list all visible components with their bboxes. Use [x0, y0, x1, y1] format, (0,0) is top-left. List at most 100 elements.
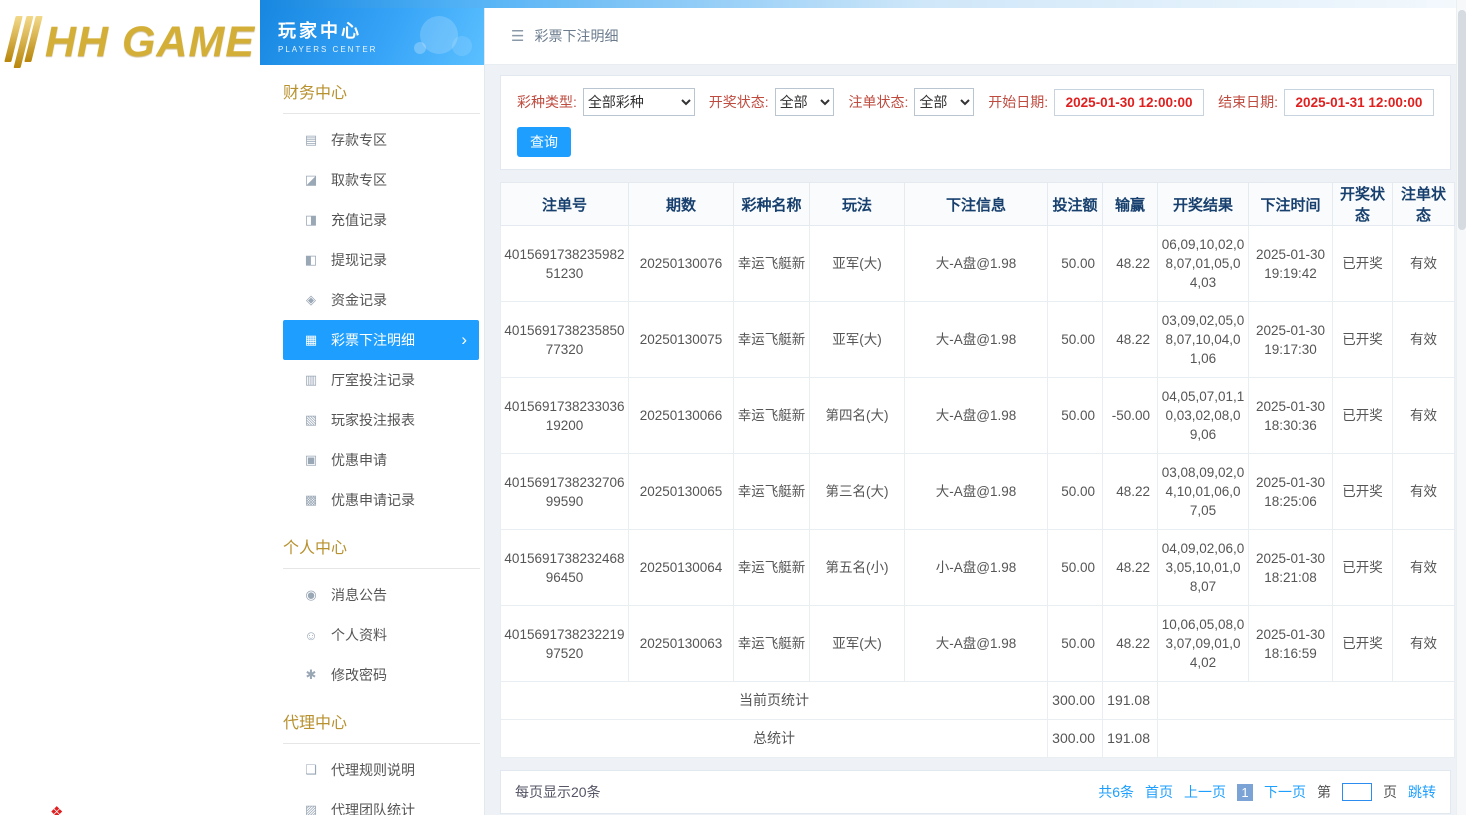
table-cell: 401569173823585077320: [501, 302, 629, 378]
sidebar-item[interactable]: ▨代理团队统计: [260, 790, 484, 815]
table-cell: 50.00: [1048, 454, 1103, 530]
table-cell: 2025-01-30 18:16:59: [1249, 606, 1333, 682]
table-cell: 04,09,02,06,03,05,10,01,08,07: [1158, 530, 1249, 606]
sidebar-item[interactable]: ✱ 修改密码: [260, 655, 484, 695]
sidebar-item[interactable]: ▤存款专区: [260, 120, 484, 160]
table-cell: 03,08,09,02,04,10,01,06,07,05: [1158, 454, 1249, 530]
sidebar-item[interactable]: ▥厅室投注记录: [260, 360, 484, 400]
table-row: 40156917382327069959020250130065幸运飞艇新第三名…: [501, 454, 1455, 530]
end-date-label: 结束日期:: [1218, 92, 1278, 112]
sidebar-item[interactable]: ◉消息公告: [260, 575, 484, 615]
table-cell: 2025-01-30 18:30:36: [1249, 378, 1333, 454]
table-cell: 亚军(大): [810, 302, 905, 378]
sidebar-item-label: 修改密码: [331, 665, 387, 685]
announcement-icon: ◉: [303, 587, 319, 603]
table-cell: 大-A盘@1.98: [905, 226, 1048, 302]
table-cell: 401569173823270699590: [501, 454, 629, 530]
table-row: 40156917382322199752020250130063幸运飞艇新亚军(…: [501, 606, 1455, 682]
total-count: 共6条: [1098, 782, 1134, 802]
bet-status-select[interactable]: 全部: [914, 88, 974, 116]
lottery-type-select[interactable]: 全部彩种: [583, 88, 695, 116]
promo-record-icon: ▩: [303, 492, 319, 508]
table-cell: 小-A盘@1.98: [905, 530, 1048, 606]
sidebar-item[interactable]: ▩ 优惠申请记录: [260, 480, 484, 520]
draw-status-select[interactable]: 全部: [775, 88, 835, 116]
next-page-link[interactable]: 下一页: [1264, 782, 1306, 802]
bets-table-card: 注单号期数彩种名称玩法下注信息投注额输赢开奖结果下注时间开奖状态注单状态 401…: [500, 182, 1451, 758]
table-cell: 大-A盘@1.98: [905, 378, 1048, 454]
sidebar-item[interactable]: ◧提现记录: [260, 240, 484, 280]
sidebar-item[interactable]: ▣优惠申请: [260, 440, 484, 480]
draw-status-label: 开奖状态:: [709, 92, 769, 112]
main-content: ☰ 彩票下注明细 彩种类型: 全部彩种 开奖状态: 全部: [485, 8, 1466, 815]
sidebar-item-label: 资金记录: [331, 290, 387, 310]
sidebar-item-label: 存款专区: [331, 130, 387, 150]
player-report-icon: ▧: [303, 412, 319, 428]
column-header: 彩种名称: [734, 183, 810, 226]
start-date-input[interactable]: [1054, 89, 1204, 116]
table-cell: 幸运飞艇新: [734, 606, 810, 682]
sidebar-item[interactable]: ◈资金记录: [260, 280, 484, 320]
brand-area: HH GAME ❖: [0, 0, 260, 815]
table-cell: 2025-01-30 19:17:30: [1249, 302, 1333, 378]
table-cell: 大-A盘@1.98: [905, 606, 1048, 682]
red-marker-icon: ❖: [50, 803, 63, 815]
table-cell: 48.22: [1103, 226, 1158, 302]
column-header: 期数: [629, 183, 734, 226]
table-cell: 20250130065: [629, 454, 734, 530]
current-page[interactable]: 1: [1237, 784, 1253, 801]
sidebar-item[interactable]: ☺个人资料: [260, 615, 484, 655]
table-cell: 20250130076: [629, 226, 734, 302]
table-cell: 大-A盘@1.98: [905, 302, 1048, 378]
table-cell: 幸运飞艇新: [734, 378, 810, 454]
table-cell: 幸运飞艇新: [734, 530, 810, 606]
column-header: 开奖状态: [1333, 183, 1393, 226]
menu-toggle-icon[interactable]: ☰: [511, 27, 524, 45]
table-cell: 2025-01-30 18:21:08: [1249, 530, 1333, 606]
scrollbar[interactable]: [1456, 0, 1466, 815]
table-cell: 50.00: [1048, 378, 1103, 454]
table-cell: 已开奖: [1333, 454, 1393, 530]
prev-page-link[interactable]: 上一页: [1184, 782, 1226, 802]
gamepad-decor: [414, 42, 426, 54]
table-cell: 401569173823598251230: [501, 226, 629, 302]
table-cell: 50.00: [1048, 226, 1103, 302]
table-cell: 401569173823303619200: [501, 378, 629, 454]
table-row: 40156917382359825123020250130076幸运飞艇新亚军(…: [501, 226, 1455, 302]
end-date-input[interactable]: [1284, 89, 1434, 116]
sidebar-item[interactable]: ▧玩家投注报表: [260, 400, 484, 440]
bets-table: 注单号期数彩种名称玩法下注信息投注额输赢开奖结果下注时间开奖状态注单状态 401…: [500, 182, 1455, 758]
menu-section-label: 代理中心: [283, 695, 480, 744]
bet-status-label: 注单状态:: [848, 92, 908, 112]
player-center-app: 玩家中心 PLAYERS CENTER 财务中心▤存款专区◪取款专区◨充值记录◧…: [260, 0, 1466, 815]
logo-text: HH GAME: [45, 18, 255, 67]
table-cell: 20250130063: [629, 606, 734, 682]
page-word-suffix: 页: [1383, 782, 1397, 802]
password-icon: ✱: [303, 667, 319, 683]
table-cell: 有效: [1393, 226, 1455, 302]
sidebar-item[interactable]: ◨充值记录: [260, 200, 484, 240]
search-button[interactable]: 查询: [517, 127, 571, 157]
jump-link[interactable]: 跳转: [1408, 782, 1436, 802]
column-header: 输赢: [1103, 183, 1158, 226]
sidebar-item[interactable]: ❑代理规则说明: [260, 750, 484, 790]
table-cell: 第五名(小): [810, 530, 905, 606]
table-cell: 大-A盘@1.98: [905, 454, 1048, 530]
table-row: 40156917382358507732020250130075幸运飞艇新亚军(…: [501, 302, 1455, 378]
agent-rules-icon: ❑: [303, 762, 319, 778]
scrollbar-thumb[interactable]: [1458, 10, 1466, 230]
sidebar-header: 玩家中心 PLAYERS CENTER: [260, 8, 484, 65]
table-cell: 有效: [1393, 302, 1455, 378]
sidebar-item-label: 个人资料: [331, 625, 387, 645]
sidebar-item-label: 优惠申请记录: [331, 490, 415, 510]
sidebar-menu: 财务中心▤存款专区◪取款专区◨充值记录◧提现记录◈资金记录▦彩票下注明细›▥厅室…: [260, 65, 484, 815]
menu-section-label: 个人中心: [283, 520, 480, 569]
sidebar-item[interactable]: ◪取款专区: [260, 160, 484, 200]
sidebar-item[interactable]: ▦彩票下注明细›: [283, 320, 479, 360]
table-cell: 亚军(大): [810, 226, 905, 302]
page-jump-input[interactable]: [1342, 783, 1372, 801]
first-page-link[interactable]: 首页: [1145, 782, 1173, 802]
table-cell: 第四名(大): [810, 378, 905, 454]
table-cell: 03,09,02,05,08,07,10,04,01,06: [1158, 302, 1249, 378]
column-header: 投注额: [1048, 183, 1103, 226]
